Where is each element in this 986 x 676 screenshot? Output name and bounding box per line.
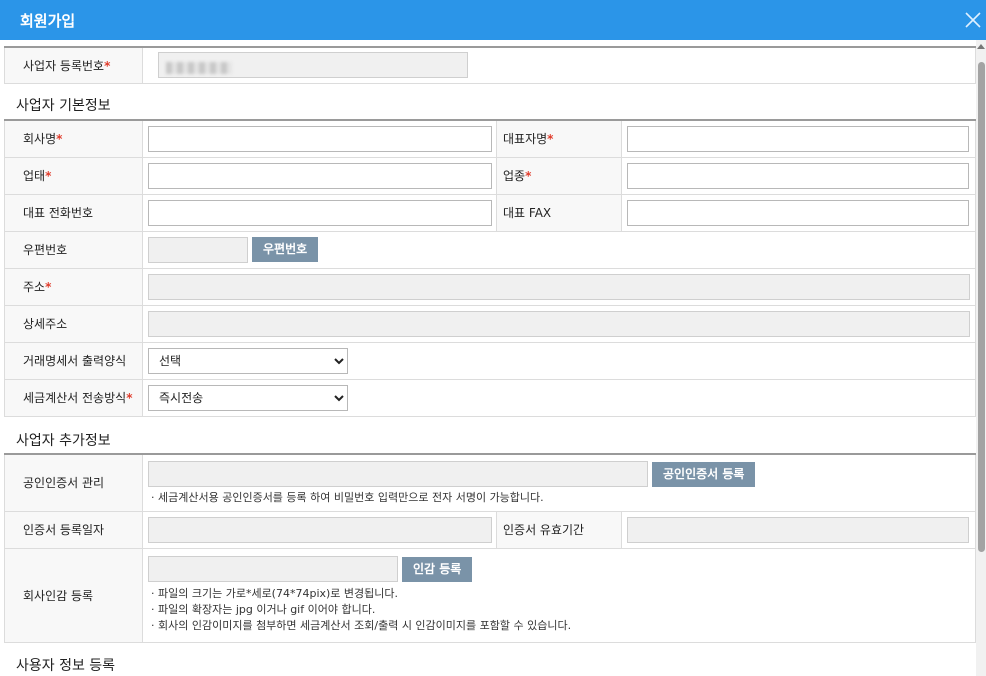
fax-label: 대표 FAX: [496, 193, 622, 232]
cert-expiry-field[interactable]: [627, 516, 969, 543]
cert-note: · 세금계산서용 공인인증서를 등록 하여 비밀번호 입력만으로 전자 서명이 …: [151, 491, 544, 505]
row-address: 주소*: [4, 267, 976, 306]
cert-date-field[interactable]: [148, 516, 492, 543]
seal-note: · 파일의 크기는 가로*세로(74*74pix)로 변경됩니다.: [151, 587, 399, 600]
seal-note: · 회사의 인감이미지를 첨부하면 세금계산서 조회/출력 시 인감이미지를 포…: [151, 619, 572, 632]
registration-number-cell: [142, 46, 976, 84]
business-type-label: 업태*: [4, 156, 143, 195]
row-company-ceo: 회사명* 대표자명*: [4, 119, 976, 158]
zipcode-search-button[interactable]: 우편번호: [252, 237, 319, 262]
address-detail-label: 상세주소: [4, 304, 143, 343]
zipcode-field[interactable]: [148, 236, 248, 263]
close-icon[interactable]: [962, 9, 984, 31]
row-tax-send: 세금계산서 전송방식* 즉시전송: [4, 378, 976, 417]
zipcode-label: 우편번호: [4, 230, 143, 269]
dialog-titlebar: 회원가입: [0, 0, 986, 40]
row-phone-fax: 대표 전화번호 대표 FAX: [4, 193, 976, 232]
row-cert: 공인인증서 관리 공인인증서 등록 · 세금계산서용 공인인증서를 등록 하여 …: [4, 453, 976, 512]
business-type-field[interactable]: [148, 162, 492, 189]
scrollbar-thumb[interactable]: [978, 62, 985, 552]
registration-table: 사업자 등록번호*: [4, 46, 976, 84]
row-seal: 회사인감 등록 인감 등록 · 파일의 크기는 가로*세로(74*74pix)로…: [4, 547, 976, 643]
registration-number-masked: [166, 62, 232, 74]
business-item-field[interactable]: [627, 162, 969, 189]
basic-info-table: 회사명* 대표자명* 업태* 업종* 대표 전화번호 대표 FAX 우편번호 우…: [4, 119, 976, 417]
registration-row: 사업자 등록번호*: [4, 46, 976, 84]
ceo-name-label: 대표자명*: [496, 119, 622, 158]
cert-register-button[interactable]: 공인인증서 등록: [652, 461, 756, 487]
row-address-detail: 상세주소: [4, 304, 976, 343]
company-name-field[interactable]: [148, 125, 492, 152]
dialog-title: 회원가입: [20, 12, 76, 30]
row-invoice-format: 거래명세서 출력양식 선택: [4, 341, 976, 380]
dialog-content[interactable]: 사업자 등록번호* 사업자 기본정보 회사명* 대표자명* 업태* 업종* 대표…: [0, 40, 976, 676]
seal-note: · 파일의 확장자는 jpg 이거나 gif 이어야 합니다.: [151, 603, 376, 616]
invoice-format-label: 거래명세서 출력양식: [4, 341, 143, 380]
seal-label: 회사인감 등록: [4, 547, 143, 643]
business-item-label: 업종*: [496, 156, 622, 195]
fax-field[interactable]: [627, 199, 969, 226]
phone-label: 대표 전화번호: [4, 193, 143, 232]
cert-label: 공인인증서 관리: [4, 453, 143, 512]
company-name-label: 회사명*: [4, 119, 143, 158]
phone-field[interactable]: [148, 199, 492, 226]
seal-file-field[interactable]: [148, 556, 398, 582]
tax-send-label: 세금계산서 전송방식*: [4, 378, 143, 417]
section-title-user: 사용자 정보 등록: [16, 658, 116, 674]
section-title-extra: 사업자 추가정보: [16, 433, 111, 449]
tax-send-select[interactable]: 즉시전송: [148, 384, 348, 411]
invoice-format-select[interactable]: 선택: [148, 347, 348, 374]
ceo-name-field[interactable]: [627, 125, 969, 152]
registration-number-label: 사업자 등록번호*: [4, 46, 143, 84]
address-field[interactable]: [148, 273, 970, 300]
cert-date-label: 인증서 등록일자: [4, 510, 143, 549]
address-label: 주소*: [4, 267, 143, 306]
row-zipcode: 우편번호 우편번호: [4, 230, 976, 269]
cert-field[interactable]: [148, 461, 648, 488]
extra-info-table: 공인인증서 관리 공인인증서 등록 · 세금계산서용 공인인증서를 등록 하여 …: [4, 453, 976, 643]
cert-expiry-label: 인증서 유효기간: [496, 510, 622, 549]
section-title-basic: 사업자 기본정보: [16, 98, 111, 114]
row-cert-dates: 인증서 등록일자 인증서 유효기간: [4, 510, 976, 549]
address-detail-field[interactable]: [148, 310, 970, 337]
row-business-type: 업태* 업종*: [4, 156, 976, 195]
scrollbar[interactable]: [976, 40, 986, 676]
seal-register-button[interactable]: 인감 등록: [402, 556, 473, 582]
scroll-up-icon[interactable]: [977, 44, 985, 49]
